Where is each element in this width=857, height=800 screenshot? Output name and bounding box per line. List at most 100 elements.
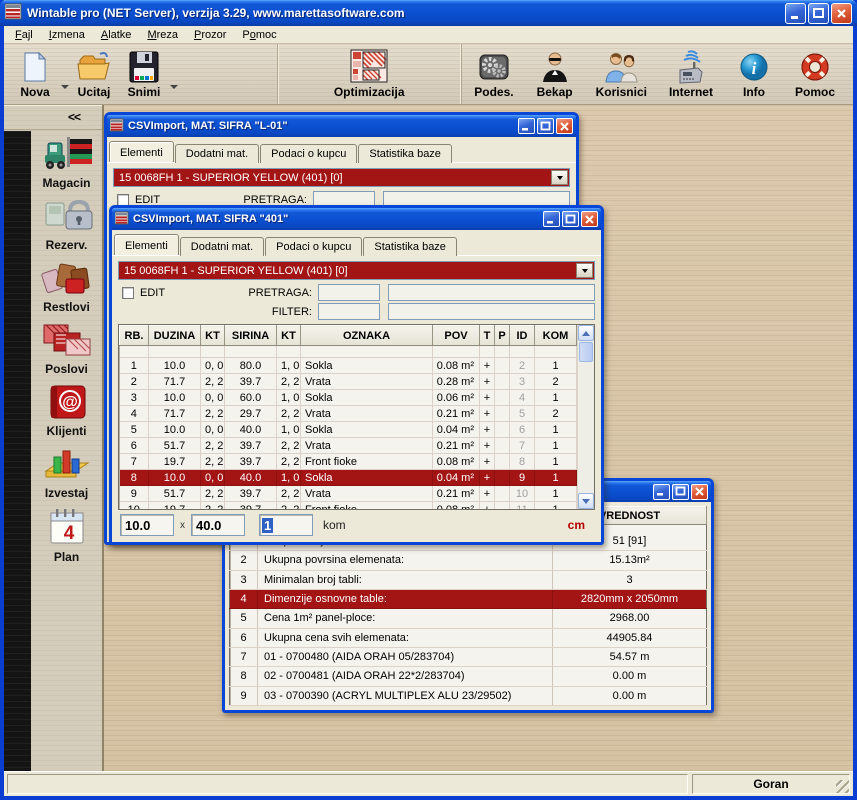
- sidebar-item-klijenti[interactable]: @ Klijenti: [31, 383, 102, 438]
- table-row[interactable]: 719.72, 239.72, 2Front fioke0.08 m²+81: [120, 454, 577, 470]
- combo-dropdown-button[interactable]: [551, 170, 568, 185]
- sidebar-item-poslovi[interactable]: Poslovi: [31, 321, 102, 376]
- menu-mreza[interactable]: Mreza: [139, 28, 186, 42]
- sidebar-item-rezerv[interactable]: Rezerv.: [31, 197, 102, 252]
- snimi-dropdown-arrow-icon[interactable]: [170, 82, 178, 101]
- column-header-oznaka[interactable]: OZNAKA: [301, 326, 433, 346]
- table-row[interactable]: 510.00, 040.01, 0Sokla0.04 m²+61: [120, 422, 577, 438]
- column-header-kt[interactable]: KT: [277, 326, 301, 346]
- table-row[interactable]: 1019.72, 239.72, 2Front fioke0.08 m²+111: [120, 502, 577, 511]
- sidebar-collapse-button[interactable]: <<: [4, 105, 102, 130]
- stats-row[interactable]: 3Minimalan broj tabli:3: [230, 570, 707, 589]
- kom-input[interactable]: 1: [259, 514, 313, 536]
- column-header-sirina[interactable]: SIRINA: [225, 326, 277, 346]
- table-row[interactable]: 810.00, 040.01, 0Sokla0.04 m²+91: [120, 470, 577, 486]
- menu-pomoc[interactable]: Pomoc: [234, 28, 284, 42]
- column-header-rb[interactable]: RB.: [120, 326, 149, 346]
- combo-dropdown-button[interactable]: [576, 263, 593, 278]
- tab-podaci-o-kupcu[interactable]: Podaci o kupcu: [260, 144, 357, 163]
- sidebar-item-izvestaj[interactable]: Izvestaj: [31, 445, 102, 500]
- filter-input-2[interactable]: [388, 303, 595, 320]
- menu-izmena[interactable]: Izmena: [41, 28, 93, 42]
- table-row[interactable]: 110.00, 080.01, 0Sokla0.08 m²+21: [120, 358, 577, 374]
- scroll-down-button[interactable]: [578, 493, 594, 509]
- maximize-button[interactable]: [562, 211, 579, 227]
- toolbar-button-ucitaj[interactable]: Ucitaj: [69, 47, 119, 101]
- filter-input-1[interactable]: [318, 303, 380, 320]
- maximize-button[interactable]: [808, 3, 829, 24]
- tab-elementi[interactable]: Elementi: [114, 234, 179, 255]
- csv-window-401[interactable]: CSVImport, MAT. SIFRA "401" ElementiDoda…: [109, 205, 604, 545]
- csv-window-titlebar[interactable]: CSVImport, MAT. SIFRA "L-01": [107, 115, 576, 137]
- scroll-up-button[interactable]: [578, 325, 594, 341]
- table-row[interactable]: 651.72, 239.72, 2Vrata0.21 m²+71: [120, 438, 577, 454]
- edit-checkbox[interactable]: [117, 194, 129, 206]
- material-combobox[interactable]: 15 0068FH 1 - SUPERIOR YELLOW (401) [0]: [118, 261, 595, 280]
- stats-row[interactable]: 5Cena 1m² panel-ploce:2968.00: [230, 609, 707, 628]
- csv-window-titlebar[interactable]: CSVImport, MAT. SIFRA "401": [112, 208, 601, 230]
- stats-row[interactable]: 701 - 0700480 (AIDA ORAH 05/283704)54.57…: [230, 647, 707, 666]
- column-header-id[interactable]: ID: [510, 326, 535, 346]
- stats-row[interactable]: 903 - 0700390 (ACRYL MULTIPLEX ALU 23/29…: [230, 686, 707, 705]
- column-header-pov[interactable]: POV: [433, 326, 480, 346]
- toolbar-button-info[interactable]: i Info: [729, 47, 779, 101]
- pretraga-input-2[interactable]: [388, 284, 595, 301]
- toolbar-button-internet[interactable]: Internet: [663, 47, 719, 101]
- tab-statistika-baze[interactable]: Statistika baze: [363, 237, 457, 256]
- close-button[interactable]: [831, 3, 852, 24]
- stats-row[interactable]: 802 - 0700481 (AIDA ORAH 22*2/283704)0.0…: [230, 667, 707, 686]
- maximize-button[interactable]: [537, 118, 554, 134]
- menu-prozor[interactable]: Prozor: [186, 28, 234, 42]
- sidebar-item-restlovi[interactable]: Restlovi: [31, 259, 102, 314]
- vertical-scrollbar[interactable]: [577, 325, 594, 509]
- maximize-button[interactable]: [672, 484, 689, 500]
- sidebar-item-magacin[interactable]: Magacin: [31, 133, 102, 190]
- column-header-p[interactable]: P: [495, 326, 510, 346]
- column-header-kt[interactable]: KT: [201, 326, 225, 346]
- sidebar-item-plan[interactable]: 4 Plan: [31, 507, 102, 564]
- column-header-duzina[interactable]: DUZINA: [149, 326, 201, 346]
- menu-fajl[interactable]: Fajl: [7, 28, 41, 42]
- panels-stack-icon: [40, 321, 94, 362]
- toolbar-button-pomoc[interactable]: Pomoc: [789, 47, 841, 101]
- close-icon[interactable]: [691, 484, 708, 500]
- table-row[interactable]: 471.72, 229.72, 2Vrata0.21 m²+52: [120, 406, 577, 422]
- tab-podaci-o-kupcu[interactable]: Podaci o kupcu: [265, 237, 362, 256]
- duzina-input[interactable]: [120, 514, 174, 536]
- table-row[interactable]: 951.72, 239.72, 2Vrata0.21 m²+101: [120, 486, 577, 502]
- stats-row[interactable]: 4Dimenzije osnovne table:2820mm x 2050mm: [230, 589, 707, 608]
- pretraga-input-1[interactable]: [318, 284, 380, 301]
- edit-checkbox[interactable]: [122, 287, 134, 299]
- tab-dodatni-mat-[interactable]: Dodatni mat.: [180, 237, 264, 256]
- stats-row[interactable]: 2Ukupna povrsina elemenata:15.13m²: [230, 551, 707, 570]
- tab-dodatni-mat-[interactable]: Dodatni mat.: [175, 144, 259, 163]
- column-header-t[interactable]: T: [480, 326, 495, 346]
- scrollbar-thumb[interactable]: [579, 342, 593, 362]
- toolbar-button-bekap[interactable]: Bekap: [530, 47, 580, 101]
- sirina-input[interactable]: [191, 514, 245, 536]
- close-icon[interactable]: [556, 118, 573, 134]
- toolbar-button-snimi[interactable]: Snimi: [119, 47, 169, 101]
- column-header-kom[interactable]: KOM: [535, 326, 577, 346]
- menu-alatke[interactable]: Alatke: [93, 28, 140, 42]
- nova-dropdown-arrow-icon[interactable]: [61, 82, 69, 101]
- toolbar-button-podes[interactable]: Podes.: [468, 47, 519, 101]
- material-combobox[interactable]: 15 0068FH 1 - SUPERIOR YELLOW (401) [0]: [113, 168, 570, 187]
- minimize-button[interactable]: [653, 484, 670, 500]
- tab-statistika-baze[interactable]: Statistika baze: [358, 144, 452, 163]
- close-icon[interactable]: [581, 211, 598, 227]
- resize-grip[interactable]: [836, 780, 849, 793]
- chevron-down-icon: [582, 269, 588, 273]
- minimize-button[interactable]: [518, 118, 535, 134]
- table-row[interactable]: 310.00, 060.01, 0Sokla0.06 m²+41: [120, 390, 577, 406]
- toolbar-button-nova[interactable]: Nova: [10, 47, 60, 101]
- filter-label: FILTER:: [238, 306, 318, 318]
- toolbar-button-optimizacija[interactable]: Optimizacija: [328, 47, 411, 101]
- table-row[interactable]: 271.72, 239.72, 2Vrata0.28 m²+32: [120, 374, 577, 390]
- minimize-button[interactable]: [785, 3, 806, 24]
- app-titlebar[interactable]: Wintable pro (NET Server), verzija 3.29,…: [0, 0, 857, 26]
- minimize-button[interactable]: [543, 211, 560, 227]
- two-users-icon-button[interactable]: Korisnici: [590, 47, 653, 101]
- stats-row[interactable]: 6Ukupna cena svih elemenata:44905.84: [230, 628, 707, 647]
- tab-elementi[interactable]: Elementi: [109, 141, 174, 162]
